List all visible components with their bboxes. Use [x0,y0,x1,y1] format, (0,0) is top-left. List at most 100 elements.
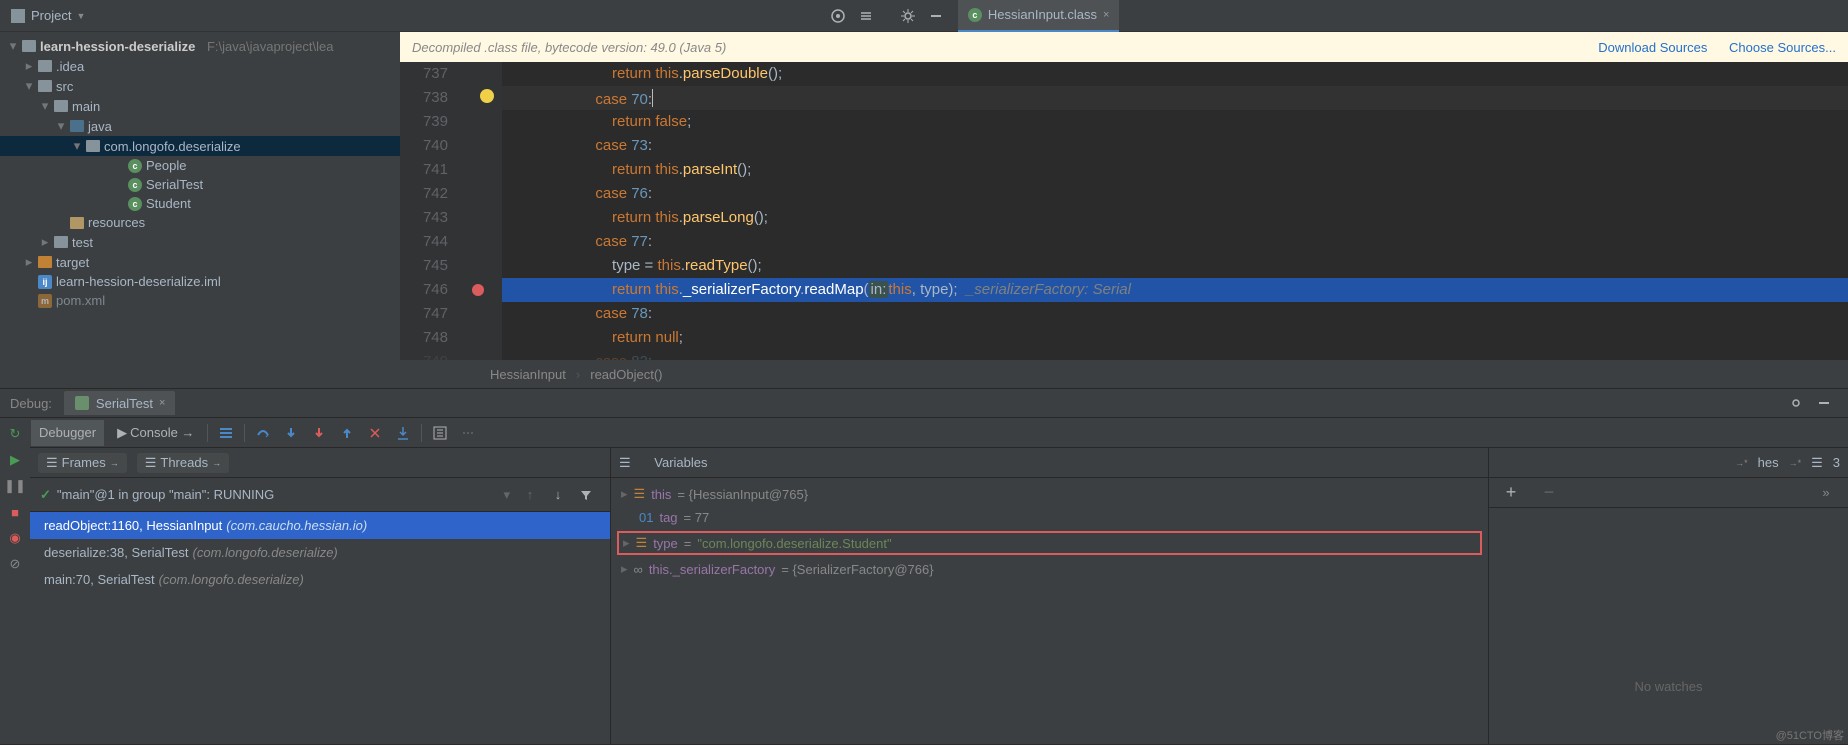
thread-selector[interactable]: ✓ "main"@1 in group "main": RUNNING [40,487,503,503]
tree-item[interactable]: ▸.idea [0,56,400,76]
close-icon[interactable]: × [1103,9,1109,21]
chevron-down-icon[interactable]: ▾ [503,487,510,503]
close-icon[interactable]: × [159,397,165,409]
frame-row[interactable]: readObject:1160, HessianInput (com.cauch… [30,512,610,539]
stop-icon[interactable]: ■ [5,502,25,522]
view-breakpoints-icon[interactable]: ◉ [5,528,25,548]
var-row-highlighted[interactable]: ▸☰type = "com.longofo.deserialize.Studen… [617,531,1482,555]
tree-item-package[interactable]: ▾com.longofo.deserialize [0,136,400,156]
chevron-right-icon: ▸ [40,234,50,250]
field-icon: ∞ [634,562,643,577]
folder-icon [22,40,36,52]
tree-item-class[interactable]: cStudent [0,194,400,213]
class-file-icon: c [128,178,142,192]
remove-watch-icon[interactable]: − [1536,480,1562,506]
rerun-icon[interactable]: ↻ [5,424,25,444]
tree-item[interactable]: ▸test [0,232,400,252]
tree-item[interactable]: ▸target [0,252,400,272]
folder-icon [38,256,52,268]
folder-icon [54,236,68,248]
editor-tab-label: HessianInput.class [988,7,1097,22]
run-to-cursor-icon[interactable] [390,420,416,446]
chevron-down-icon: ▾ [8,38,18,54]
code-editor[interactable]: 737 738 739 740 741 742 743 744 745 746 … [400,62,1848,360]
project-dropdown[interactable]: Project ▼ [0,4,95,28]
next-frame-icon[interactable]: ↓ [545,482,571,508]
class-file-icon: c [968,8,982,22]
folder-icon [70,120,84,132]
tree-item-class[interactable]: cSerialTest [0,175,400,194]
tree-item[interactable]: ▾java [0,116,400,136]
debug-toolbar: Debug: SerialTest × [0,388,1848,418]
gear-icon[interactable] [896,4,920,28]
trace-icon[interactable] [455,420,481,446]
object-icon: ☰ [634,486,646,502]
frames-dropdown[interactable]: ☰Frames→ [38,453,127,473]
editor-area: Decompiled .class file, bytecode version… [400,32,1848,388]
minimize-icon[interactable] [1812,391,1836,415]
choose-sources-link[interactable]: Choose Sources... [1729,40,1836,55]
resume-icon[interactable]: ▶ [5,450,25,470]
expand-icon[interactable]: » [1813,480,1839,506]
breakpoint-icon[interactable] [472,284,484,296]
frame-row[interactable]: main:70, SerialTest (com.longofo.deseria… [30,566,610,593]
debug-action-bar: Debugger ▶Console → [30,418,1848,448]
tree-item[interactable]: resources [0,213,400,232]
maven-file-icon: m [38,294,52,308]
threads-dropdown[interactable]: ☰Threads→ [137,453,229,473]
collapse-icon[interactable] [854,4,878,28]
iml-file-icon: ij [38,275,52,289]
breadcrumb: HessianInput›readObject() [400,360,1848,388]
frame-row[interactable]: deserialize:38, SerialTest (com.longofo.… [30,539,610,566]
tree-item[interactable]: ▾main [0,96,400,116]
minimize-icon[interactable] [924,4,948,28]
project-tree-panel: ▾learn-hession-deserialize F:\java\javap… [0,32,400,388]
prev-frame-icon[interactable]: ↑ [517,482,543,508]
project-label: Project [31,8,71,23]
filter-icon[interactable] [573,482,599,508]
tree-item[interactable]: ▾src [0,76,400,96]
project-icon [10,8,26,24]
step-over-icon[interactable] [250,420,276,446]
step-out-icon[interactable] [334,420,360,446]
drop-frame-icon[interactable] [362,420,388,446]
show-exec-icon[interactable] [213,420,239,446]
console-tab[interactable]: ▶Console → [106,420,202,446]
add-watch-icon[interactable]: + [1498,480,1524,506]
folder-icon [38,80,52,92]
tree-root[interactable]: ▾learn-hession-deserialize F:\java\javap… [0,36,400,56]
decompiled-banner: Decompiled .class file, bytecode version… [400,32,1848,62]
tree-item[interactable]: ijlearn-hession-deserialize.iml [0,272,400,291]
target-icon[interactable] [826,4,850,28]
debugger-tab[interactable]: Debugger [31,420,104,446]
primitive-icon: 01 [639,510,653,525]
mute-breakpoints-icon[interactable]: ⊘ [5,554,25,574]
threads-icon: ☰ [145,455,157,471]
step-into-icon[interactable] [278,420,304,446]
class-file-icon: c [128,197,142,211]
check-icon: ✓ [40,487,51,503]
resources-icon [70,217,84,229]
evaluate-icon[interactable] [427,420,453,446]
chevron-down-icon: ▾ [56,118,66,134]
chevron-right-icon: ▸ [24,58,34,74]
frames-panel: ☰Frames→ ☰Threads→ ✓ "main"@1 in group "… [30,448,610,744]
var-row[interactable]: 01tag = 77 [611,506,1488,529]
watermark: @51CTO博客 [1776,727,1844,743]
debug-run-config-tab[interactable]: SerialTest × [64,391,176,415]
download-sources-link[interactable]: Download Sources [1598,40,1707,55]
chevron-right-icon: ▸ [621,561,628,577]
editor-tab[interactable]: c HessianInput.class × [958,0,1120,32]
tree-item[interactable]: mpom.xml [0,291,400,310]
class-file-icon: c [128,159,142,173]
bulb-icon[interactable] [480,89,494,103]
chevron-down-icon: ▾ [24,78,34,94]
force-step-into-icon[interactable] [306,420,332,446]
var-row[interactable]: ▸∞this._serializerFactory = {SerializerF… [611,557,1488,581]
chevron-right-icon: ▸ [621,486,628,502]
gear-icon[interactable] [1784,391,1808,415]
var-row[interactable]: ▸☰this = {HessianInput@765} [611,482,1488,506]
pause-icon[interactable]: ❚❚ [5,476,25,496]
folder-icon [54,100,68,112]
tree-item-class[interactable]: cPeople [0,156,400,175]
